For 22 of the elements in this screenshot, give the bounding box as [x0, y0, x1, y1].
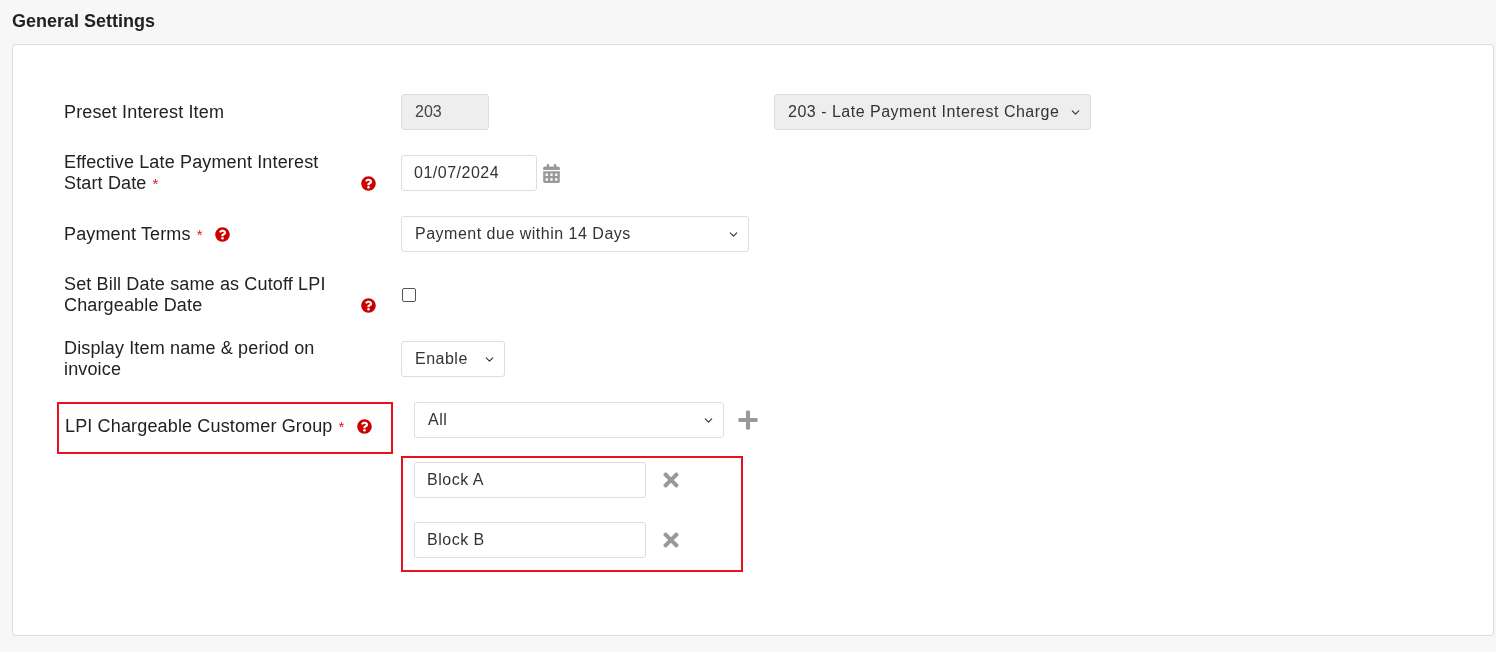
field-label: Payment Terms *: [64, 223, 203, 245]
group-entry-field[interactable]: Block B: [414, 522, 646, 558]
field-label: Preset Interest Item: [64, 101, 225, 123]
checkbox[interactable]: [402, 288, 416, 302]
field-label: Display Item name & period on invoice: [64, 338, 316, 380]
help-icon[interactable]: [356, 419, 372, 434]
date-field[interactable]: 01/07/2024: [401, 155, 537, 191]
payment-terms-select[interactable]: Payment due within 14 Days: [401, 216, 749, 252]
group-entry-field[interactable]: Block A: [414, 462, 646, 498]
help-icon[interactable]: [361, 298, 376, 313]
item-code-field: 203: [401, 94, 489, 130]
section-title: General Settings: [12, 10, 157, 32]
field-label: Effective Late Payment Interest Start Date *: [64, 152, 320, 194]
customer-group-select[interactable]: All: [414, 402, 724, 438]
enable-select[interactable]: Enable: [401, 341, 505, 377]
calendar-icon[interactable]: [543, 163, 560, 183]
plus-icon[interactable]: [737, 409, 759, 431]
interest-item-select[interactable]: 203 - Late Payment Interest Charge: [774, 94, 1091, 130]
help-icon[interactable]: [214, 226, 230, 242]
field-label: LPI Chargeable Customer Group *: [65, 416, 345, 437]
field-label: Set Bill Date same as Cutoff LPI Chargeable Date: [64, 274, 327, 316]
help-icon[interactable]: [361, 176, 376, 191]
